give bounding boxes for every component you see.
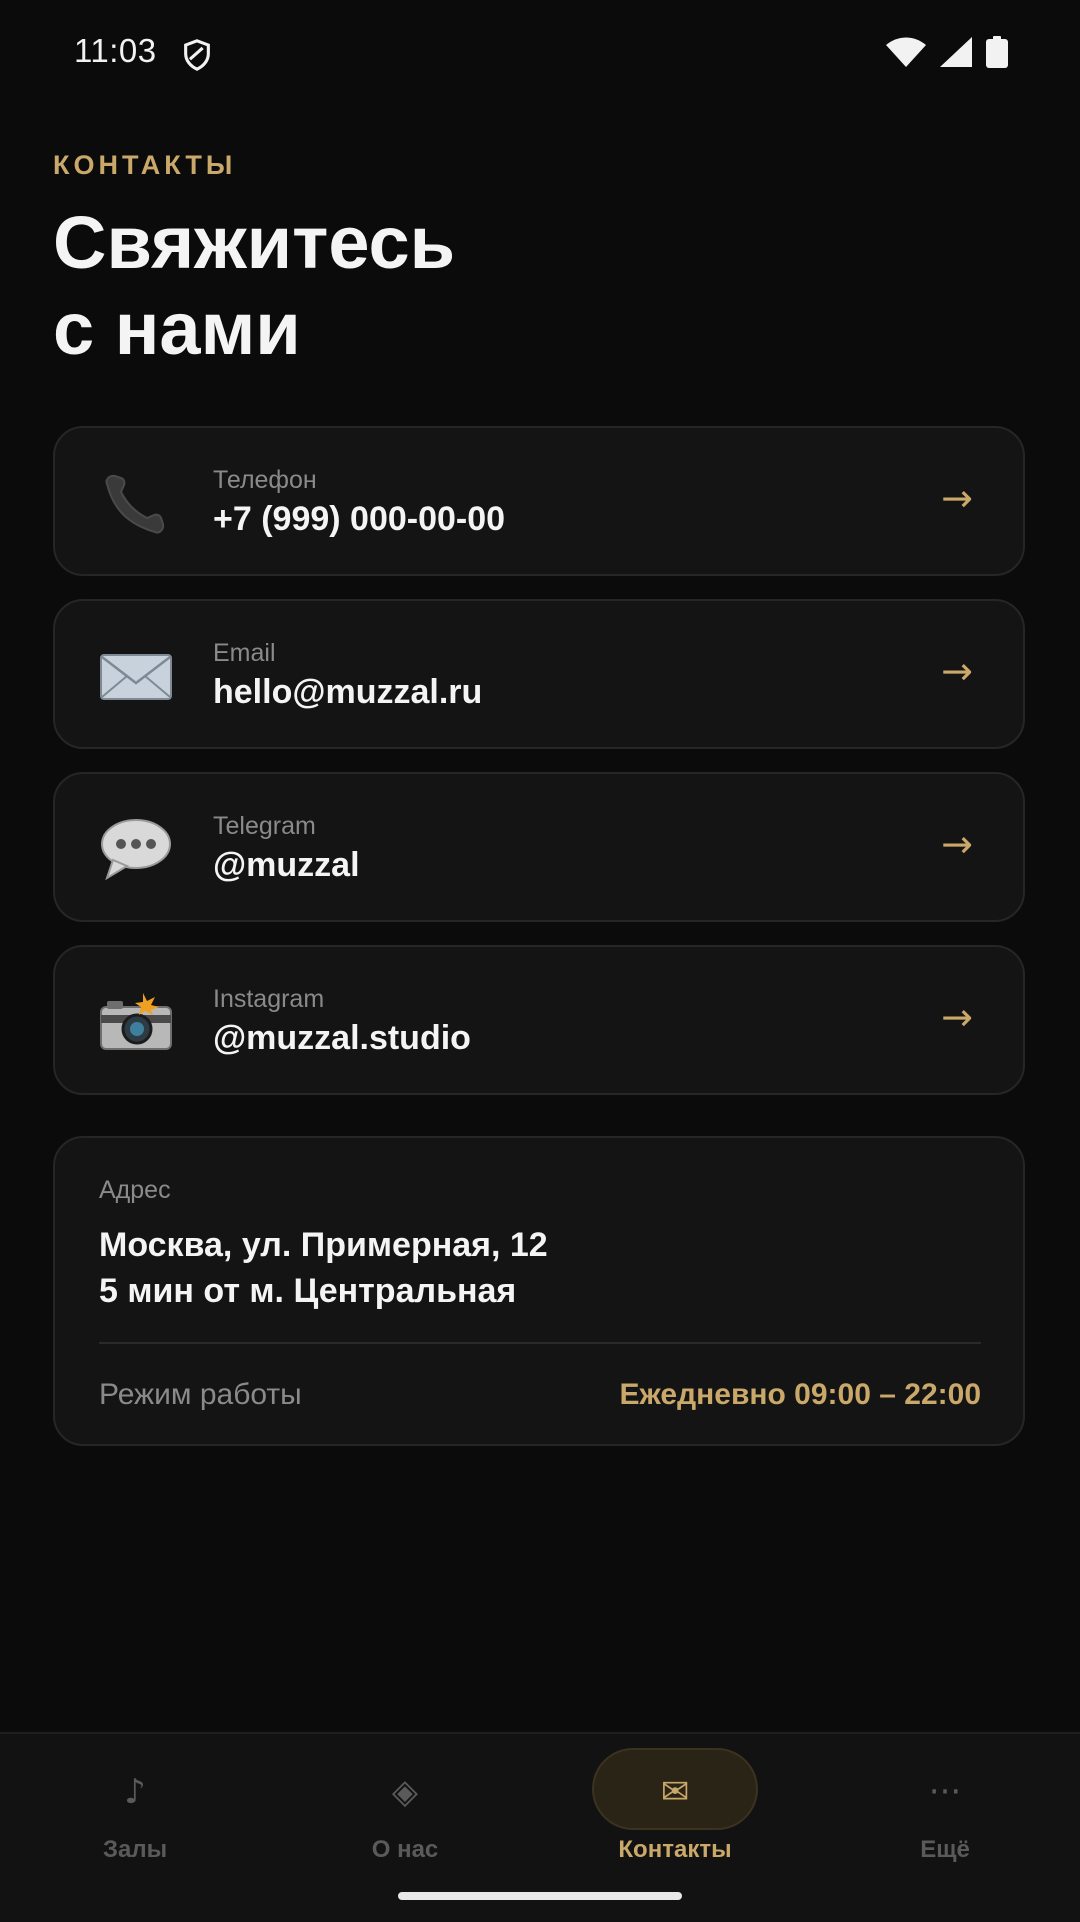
arrow-right-icon: → bbox=[941, 995, 973, 1039]
contact-label: Telegram bbox=[213, 812, 316, 840]
nav-label: О нас bbox=[371, 1836, 439, 1863]
address-line-2: 5 мин от м. Центральная bbox=[99, 1272, 517, 1310]
home-indicator[interactable] bbox=[398, 1892, 682, 1900]
camera-icon bbox=[100, 993, 172, 1050]
nav-item-contacts[interactable]: ✉ Контакты bbox=[540, 1734, 810, 1874]
page-title: Свяжитесь с нами bbox=[53, 200, 953, 372]
mail-icon: ✉ bbox=[660, 1772, 690, 1812]
contact-card-telegram[interactable]: Telegram @muzzal → bbox=[53, 772, 1025, 922]
page-title-line-2: с нами bbox=[53, 287, 301, 370]
contact-label: Телефон bbox=[213, 466, 317, 494]
music-note-icon: ♪ bbox=[124, 1772, 146, 1812]
contact-value: @muzzal bbox=[213, 846, 360, 884]
contact-value: +7 (999) 000-00-00 bbox=[213, 500, 506, 538]
contact-label: Email bbox=[213, 639, 276, 667]
address-line-1: Москва, ул. Примерная, 12 bbox=[99, 1226, 548, 1264]
section-label: КОНТАКТЫ bbox=[53, 150, 237, 180]
nav-label: Ещё bbox=[920, 1836, 970, 1863]
hours-label: Режим работы bbox=[99, 1378, 302, 1411]
speech-bubble-icon bbox=[101, 819, 171, 880]
status-bar: 11:03 bbox=[0, 0, 1080, 104]
address-label: Адрес bbox=[99, 1176, 171, 1204]
contact-card-email[interactable]: Email hello@muzzal.ru → bbox=[53, 599, 1025, 749]
signal-icon bbox=[940, 37, 972, 67]
more-icon: ··· bbox=[928, 1772, 962, 1812]
address-card: Адрес Москва, ул. Примерная, 12 5 мин от… bbox=[53, 1136, 1025, 1446]
contact-value: hello@muzzal.ru bbox=[213, 673, 483, 711]
arrow-right-icon: → bbox=[941, 476, 973, 520]
envelope-icon bbox=[100, 654, 172, 700]
phone-icon bbox=[105, 474, 165, 534]
wifi-icon bbox=[886, 37, 926, 67]
divider bbox=[99, 1342, 981, 1344]
nav-label: Контакты bbox=[618, 1836, 732, 1863]
battery-icon bbox=[986, 36, 1008, 68]
diamond-icon: ◈ bbox=[391, 1772, 419, 1812]
status-time: 11:03 bbox=[74, 32, 157, 69]
contact-card-instagram[interactable]: Instagram @muzzal.studio → bbox=[53, 945, 1025, 1095]
contact-card-phone[interactable]: Телефон +7 (999) 000-00-00 → bbox=[53, 426, 1025, 576]
nav-item-about[interactable]: ◈ О нас bbox=[270, 1734, 540, 1874]
page-title-line-1: Свяжитесь bbox=[53, 201, 456, 284]
shield-icon bbox=[184, 39, 210, 71]
contact-label: Instagram bbox=[213, 985, 325, 1013]
contact-value: @muzzal.studio bbox=[213, 1019, 471, 1057]
nav-label: Залы bbox=[102, 1836, 168, 1863]
nav-item-halls[interactable]: ♪ Залы bbox=[0, 1734, 270, 1874]
arrow-right-icon: → bbox=[941, 649, 973, 693]
nav-item-more[interactable]: ··· Ещё bbox=[810, 1734, 1080, 1874]
arrow-right-icon: → bbox=[941, 822, 973, 866]
hours-value: Ежедневно 09:00 – 22:00 bbox=[619, 1378, 981, 1411]
